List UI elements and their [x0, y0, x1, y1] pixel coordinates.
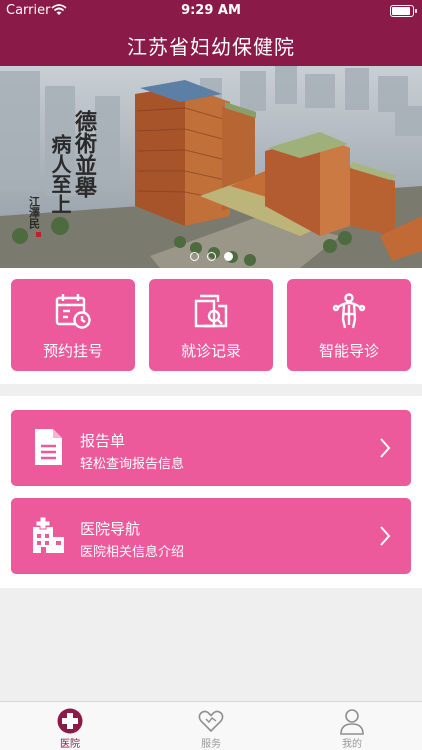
hospital-navigation-subtitle: 医院相关信息介绍	[80, 545, 185, 560]
navigation-bar: Carrier 9:29 AM 江苏省妇幼保健院	[0, 0, 422, 66]
tab-mine[interactable]: 我的	[282, 702, 422, 750]
tab-mine-label: 我的	[342, 739, 362, 750]
carousel-dot-2[interactable]	[206, 252, 216, 261]
tab-services-label: 服务	[201, 739, 221, 750]
appointment-label: 预约挂号	[42, 342, 103, 360]
visit-records-button[interactable]: 就诊记录	[149, 279, 273, 371]
visit-records-label: 就诊记录	[180, 342, 241, 360]
carousel-page-indicator[interactable]	[0, 252, 422, 261]
status-time: 9:29 AM	[181, 3, 241, 18]
calligraphy-line-1: 德術並舉	[71, 109, 98, 198]
hospital-cross-icon	[57, 708, 83, 734]
smart-guide-label: 智能导诊	[318, 342, 379, 360]
tab-services[interactable]: 服务	[141, 702, 281, 750]
report-title: 报告单	[80, 432, 126, 450]
seal-mark	[36, 232, 41, 237]
hospital-banner-carousel[interactable]: 德術並舉 病人至上 江澤民	[0, 66, 422, 268]
tab-hospital-label: 医院	[60, 739, 80, 750]
hospital-building-photo: 德術並舉 病人至上 江澤民	[0, 66, 422, 268]
body-guide-icon	[332, 293, 366, 329]
heart-icon	[198, 710, 224, 733]
hospital-navigation-list-item[interactable]: 医院导航 医院相关信息介绍	[11, 498, 411, 574]
quick-actions-panel: 预约挂号 就诊记录 智能导诊	[0, 268, 422, 384]
calendar-clock-icon	[55, 294, 91, 329]
records-search-icon	[194, 294, 228, 328]
carousel-dot-1[interactable]	[189, 252, 199, 261]
tab-bar: 医院 服务 我的	[0, 701, 422, 750]
tab-hospital[interactable]: 医院	[0, 702, 140, 750]
chevron-right-icon	[380, 438, 391, 458]
person-icon	[340, 709, 364, 735]
battery-icon	[390, 5, 417, 17]
hospital-navigation-title: 医院导航	[80, 520, 141, 538]
calligraphy-line-2: 病人至上	[48, 133, 72, 214]
service-list: 报告单 轻松查询报告信息 医院导航 医院相关信息介绍	[0, 396, 422, 588]
app-screen: Carrier 9:29 AM 江苏省妇幼保健院 德術並舉 病人至上 江澤民 预…	[0, 0, 422, 750]
report-list-item[interactable]: 报告单 轻松查询报告信息	[11, 410, 411, 486]
calligraphy-signature: 江澤民	[28, 195, 41, 230]
report-subtitle: 轻松查询报告信息	[80, 457, 185, 472]
page-title: 江苏省妇幼保健院	[127, 35, 295, 59]
document-icon	[35, 429, 62, 465]
status-bar: Carrier 9:29 AM	[0, 0, 422, 22]
carousel-dot-3[interactable]	[223, 252, 233, 261]
smart-guide-button[interactable]: 智能导诊	[287, 279, 411, 371]
hospital-building-icon	[33, 516, 64, 553]
appointment-button[interactable]: 预约挂号	[11, 279, 135, 371]
chevron-right-icon	[380, 526, 391, 546]
